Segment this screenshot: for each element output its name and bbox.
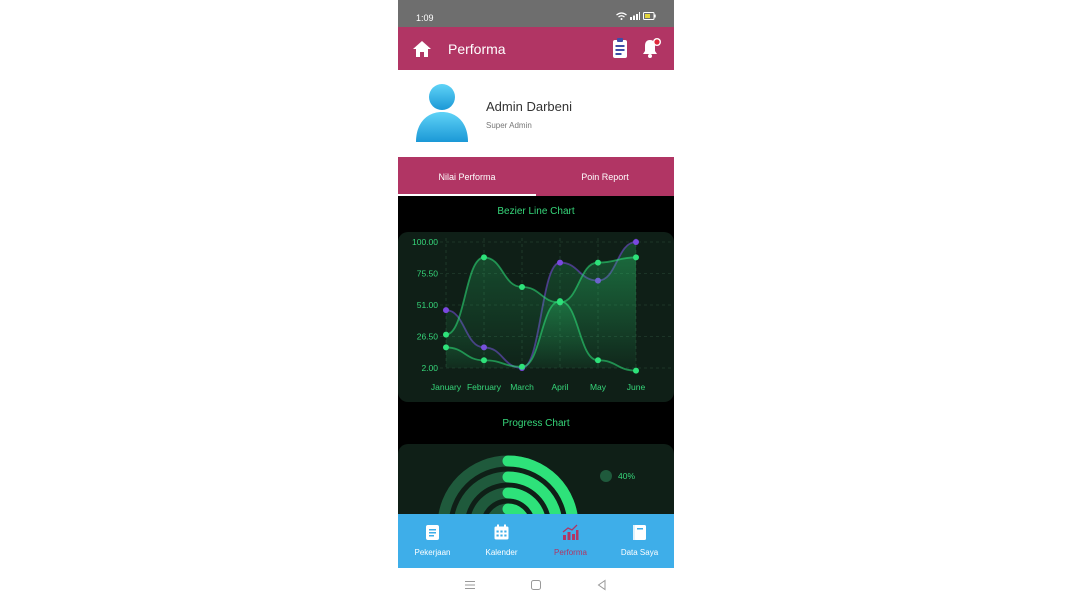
bezier-line-chart: 100.00 75.50 51.00 26.50 2.00 January February… bbox=[412, 237, 672, 392]
clipboard-icon bbox=[426, 525, 439, 540]
data-point bbox=[633, 367, 639, 374]
profile-name: Admin Darbeni bbox=[486, 99, 572, 114]
data-point bbox=[557, 298, 563, 305]
data-point bbox=[595, 259, 601, 266]
nav-item-pekerjaan[interactable]: Pekerjaan bbox=[398, 514, 467, 568]
nav-label: Pekerjaan bbox=[414, 548, 451, 557]
profile-role: Super Admin bbox=[486, 121, 532, 130]
bezier-chart-card: 100.00 75.50 51.00 26.50 2.00 January February… bbox=[398, 232, 674, 402]
data-point bbox=[443, 344, 449, 351]
chart-icon bbox=[562, 524, 579, 540]
nav-label: Data Saya bbox=[620, 548, 659, 557]
legend-label: 40% bbox=[618, 471, 635, 481]
battery-icon bbox=[643, 12, 656, 20]
data-point bbox=[443, 331, 449, 338]
legend-swatch bbox=[600, 470, 612, 482]
system-navigation-bar bbox=[398, 568, 674, 609]
chart-title: Bezier Line Chart bbox=[497, 206, 575, 217]
y-tick-label: 51.00 bbox=[417, 300, 439, 310]
progress-chart-card: 40% bbox=[398, 444, 674, 524]
page-title: Performa bbox=[448, 41, 506, 57]
data-point bbox=[519, 284, 525, 290]
home-icon[interactable] bbox=[412, 39, 432, 59]
profile-header: Admin Darbeni Super Admin bbox=[398, 70, 674, 157]
x-tick-label: January bbox=[431, 382, 462, 392]
tab-label: Poin Report bbox=[581, 171, 629, 182]
data-point bbox=[519, 363, 525, 370]
data-point bbox=[557, 259, 563, 266]
y-tick-label: 26.50 bbox=[417, 332, 439, 342]
phone-screen: 1:09 Performa Admin Darbeni Super Admin … bbox=[398, 0, 674, 609]
avatar-icon bbox=[416, 84, 468, 142]
system-indicators bbox=[616, 12, 656, 20]
x-tick-label: April bbox=[551, 382, 568, 392]
wifi-icon bbox=[616, 12, 627, 20]
tab-nilai-performa[interactable]: Nilai Performa bbox=[398, 157, 536, 196]
back-icon[interactable] bbox=[596, 579, 608, 591]
data-point bbox=[633, 254, 639, 261]
status-bar: 1:09 bbox=[398, 0, 674, 27]
x-tick-label: February bbox=[467, 382, 502, 392]
menu-icon[interactable] bbox=[464, 580, 476, 590]
nav-item-performa[interactable]: Performa bbox=[536, 514, 605, 568]
nav-label: Kalender bbox=[485, 548, 518, 557]
progress-ring-chart: 40% bbox=[437, 455, 635, 524]
nav-item-data-saya[interactable]: Data Saya bbox=[605, 514, 674, 568]
tab-poin-report[interactable]: Poin Report bbox=[536, 157, 674, 196]
y-tick-label: 100.00 bbox=[412, 237, 438, 247]
report-clipboard-icon[interactable] bbox=[610, 37, 630, 59]
data-point bbox=[481, 254, 487, 261]
signal-icon bbox=[630, 12, 640, 20]
y-tick-label: 2.00 bbox=[421, 363, 438, 373]
x-tick-label: June bbox=[627, 382, 646, 392]
y-tick-label: 75.50 bbox=[417, 269, 439, 279]
tab-bar: Nilai Performa Poin Report bbox=[398, 157, 674, 196]
x-tick-label: March bbox=[510, 382, 534, 392]
data-point bbox=[443, 307, 449, 314]
data-point bbox=[595, 357, 601, 364]
app-bar: Performa bbox=[398, 27, 674, 70]
book-icon bbox=[633, 525, 646, 540]
notification-bell-icon[interactable] bbox=[640, 37, 662, 59]
status-time: 1:09 bbox=[416, 13, 434, 23]
home-square-icon[interactable] bbox=[530, 579, 542, 591]
x-tick-label: May bbox=[590, 382, 607, 392]
data-point bbox=[481, 357, 487, 364]
tab-label: Nilai Performa bbox=[438, 171, 496, 182]
content-area[interactable]: Bezier Line Chart 100.00 75.50 51.00 26.50 2… bbox=[398, 196, 674, 524]
nav-label: Performa bbox=[554, 548, 587, 557]
data-point bbox=[633, 239, 639, 245]
progress-chart-title: Progress Chart bbox=[502, 418, 570, 429]
calendar-icon bbox=[494, 524, 509, 540]
bottom-navigation: Pekerjaan Kalender Performa Data Saya bbox=[398, 514, 674, 568]
nav-item-kalender[interactable]: Kalender bbox=[467, 514, 536, 568]
